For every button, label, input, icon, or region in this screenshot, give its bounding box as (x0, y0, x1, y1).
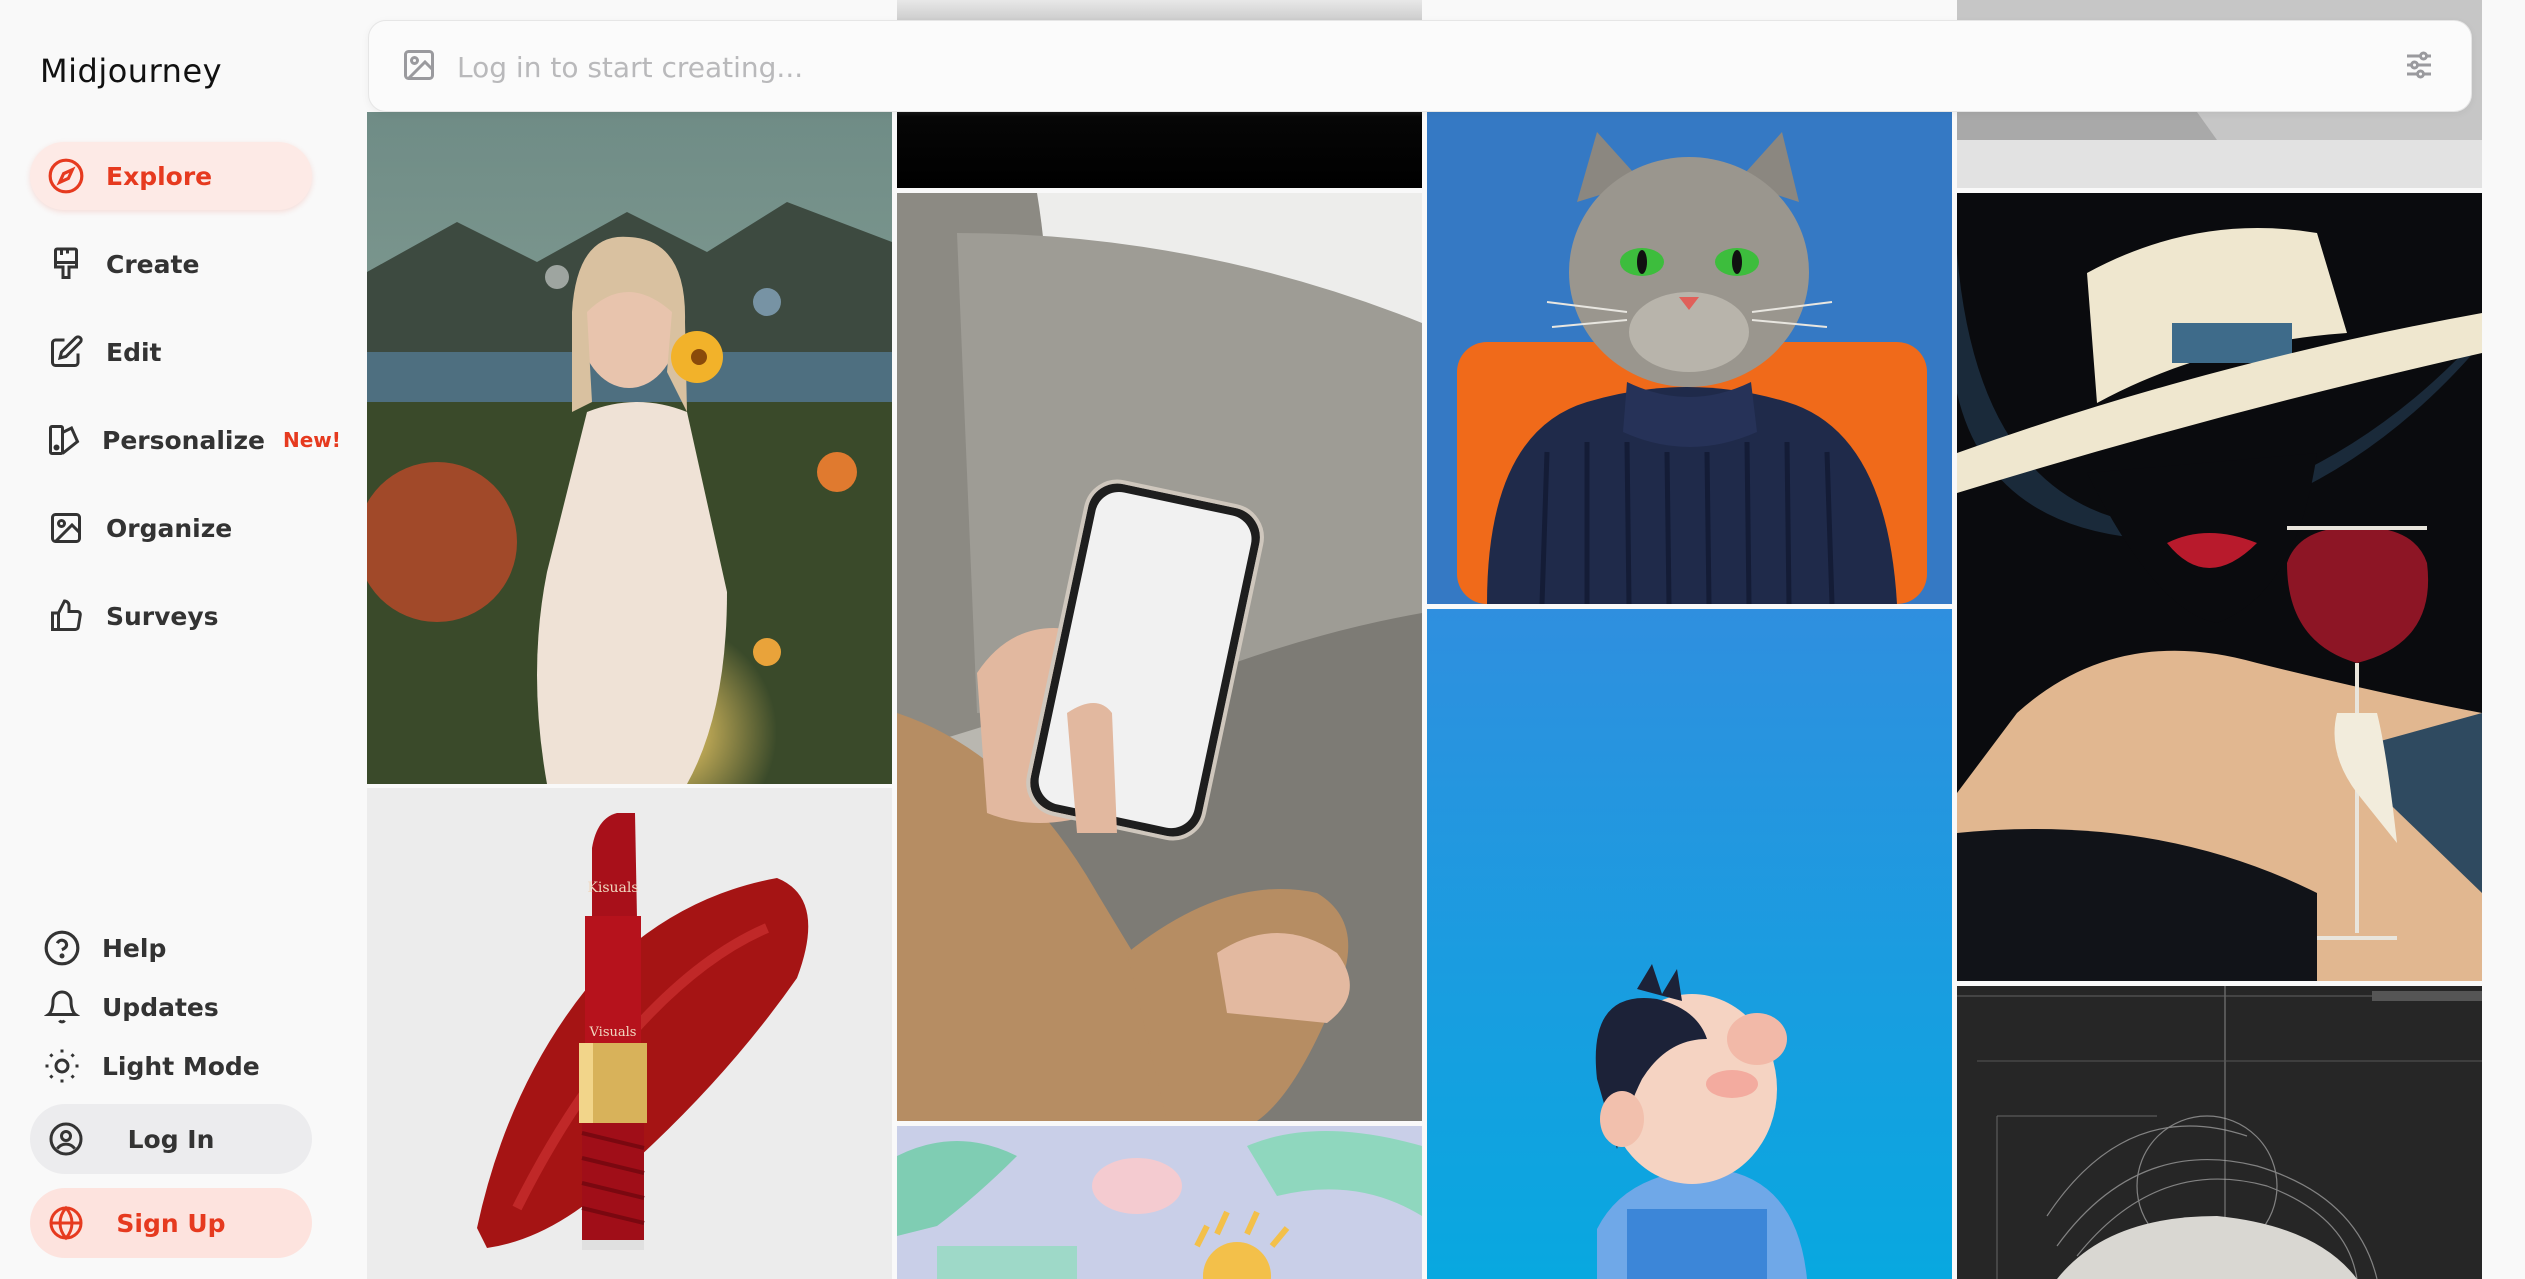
updates-link[interactable]: Updates (30, 979, 312, 1035)
palm-scene-art (897, 1126, 1422, 1279)
help-link[interactable]: Help (30, 920, 312, 976)
new-badge: New! (282, 428, 341, 452)
lipstick-art: Kisuals Visuals (367, 788, 892, 1279)
flower-portrait-art (367, 112, 892, 784)
prompt-input[interactable] (457, 41, 2257, 93)
nav-item-edit[interactable]: Edit (30, 318, 312, 386)
brand-logo-text[interactable]: Midjourney (40, 52, 222, 90)
sidebar: Midjourney Explore Create Edit Personali… (0, 0, 350, 1279)
prompt-bar (368, 20, 2472, 112)
help-label: Help (102, 933, 167, 963)
nav-item-organize[interactable]: Organize (30, 494, 312, 562)
nav-item-label: Surveys (106, 601, 219, 631)
nav-item-create[interactable]: Create (30, 230, 312, 298)
help-icon (42, 928, 82, 968)
personalize-icon (46, 420, 82, 460)
gallery-image-cartoon-boy[interactable] (1427, 609, 1952, 1279)
dark-editorial-art (1957, 986, 2482, 1279)
compass-icon (46, 156, 86, 196)
gallery-image-cat-sweater[interactable] (1427, 112, 1952, 604)
nav-item-personalize[interactable]: Personalize New! (30, 406, 341, 474)
nav-item-surveys[interactable]: Surveys (30, 582, 312, 650)
cat-sweater-art (1427, 112, 1952, 604)
explore-gallery: Kisuals Visuals (367, 0, 2485, 1279)
nav-item-explore[interactable]: Explore (30, 142, 312, 210)
thumbs-up-icon (46, 596, 86, 636)
user-circle-icon (46, 1119, 86, 1159)
sidebar-footer: Help Updates Light Mode Log In Sign Up (30, 920, 312, 1258)
gallery-image-wine-woman[interactable] (1957, 193, 2482, 981)
globe-icon (46, 1203, 86, 1243)
nav-item-label: Edit (106, 337, 162, 367)
updates-label: Updates (102, 992, 219, 1022)
main-nav: Explore Create Edit Personalize New! Org… (30, 142, 341, 670)
gallery-image-palm-scene[interactable] (897, 1126, 1422, 1279)
wine-woman-art (1957, 193, 2482, 981)
cartoon-boy-art (1427, 609, 1952, 1279)
nav-item-label: Organize (106, 513, 233, 543)
phone-mockup-art (897, 193, 1422, 1121)
light-mode-label: Light Mode (102, 1051, 260, 1081)
app-root: Midjourney Explore Create Edit Personali… (0, 0, 2525, 1279)
gallery-image-flower-portrait[interactable] (367, 112, 892, 784)
light-mode-toggle[interactable]: Light Mode (30, 1038, 312, 1094)
bell-icon (42, 987, 82, 1027)
gallery-image-dark-editorial[interactable] (1957, 986, 2482, 1279)
lipstick-brand-text: Kisuals (587, 880, 638, 896)
nav-item-label: Explore (106, 161, 213, 191)
image-icon (46, 508, 86, 548)
login-button[interactable]: Log In (30, 1104, 312, 1174)
edit-icon (46, 332, 86, 372)
nav-item-label: Create (106, 249, 200, 279)
settings-sliders-icon[interactable] (2401, 47, 2441, 87)
gallery-image-lipstick[interactable]: Kisuals Visuals (367, 788, 892, 1279)
paintbrush-icon (46, 244, 86, 284)
sun-icon (42, 1046, 82, 1086)
gallery-image-phone-mockup[interactable] (897, 193, 1422, 1121)
image-upload-icon[interactable] (401, 47, 441, 87)
nav-item-label: Personalize (102, 425, 265, 455)
signup-button[interactable]: Sign Up (30, 1188, 312, 1258)
lipstick-brand-lower-text: Visuals (589, 1025, 637, 1040)
